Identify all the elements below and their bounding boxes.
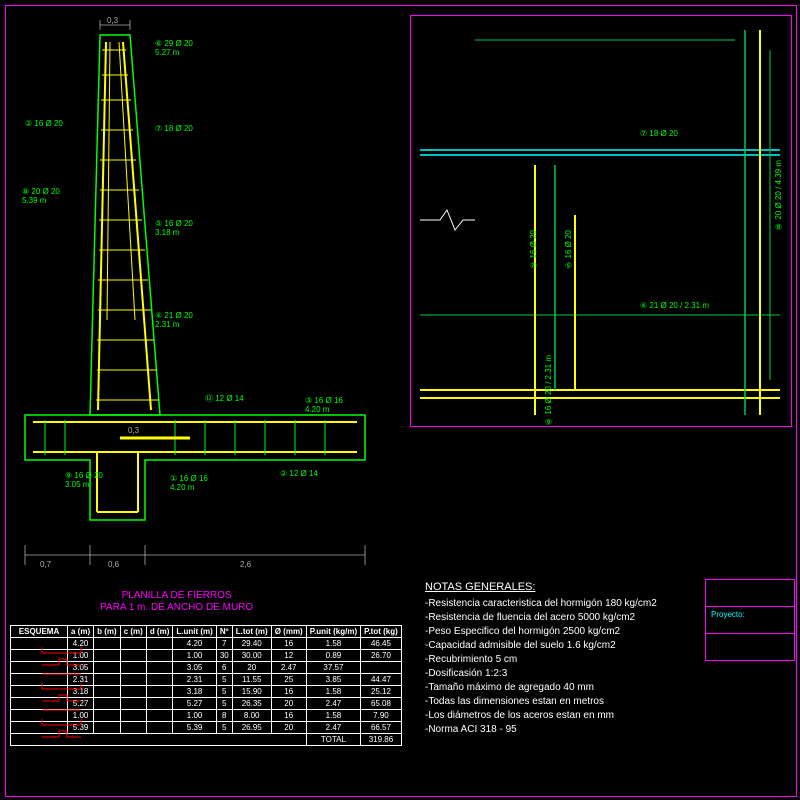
tb-row-2: Proyecto: [705,606,795,634]
callout-c5: ⑧ 20 Ø 205.39 m [22,188,60,206]
dim-top: 0,3 [107,16,118,25]
titleblock: Proyecto: [705,580,795,661]
rc3: ⑤ 16 Ø 20 [565,230,574,270]
callout-c3: ⑦ 18 Ø 20 [155,125,193,134]
callout-c4: ⑤ 16 Ø 203.18 m [155,220,193,238]
rc1: ⑦ 18 Ø 20 [640,130,678,139]
table-title: PLANILLA DE FIERROSPARA 1 m. DE ANCHO DE… [100,590,253,614]
callout-c10: ① 16 Ø 164.20 m [170,475,208,493]
dim-bl: 0,7 [40,560,51,569]
rc2: ② 16 Ø 20 [530,230,539,270]
dim-wall: 0,3 [128,426,139,435]
wall-section [15,20,375,580]
callout-c9: ⑨ 16 Ø 203.05 m [65,472,103,490]
callout-c2: ② 16 Ø 20 [25,120,63,129]
dim-br: 2,6 [240,560,251,569]
callout-c6: ④ 21 Ø 202.31 m [155,312,193,330]
rc6: ⑥ 16 Ø 20 / 2.31 m [545,355,554,426]
tb-row-1 [705,579,795,607]
callout-c11: ② 12 Ø 14 [280,470,318,479]
tb-row-3 [705,633,795,661]
wall-elevation [415,20,785,420]
callout-c7: ⑫ 12 Ø 14 [205,395,244,404]
rebar-schedule-table: ESQUEMAa (m)b (m)c (m)d (m)L.unit (m)NºL… [10,625,402,746]
callout-c8: ③ 16 Ø 164.20 m [305,397,343,415]
rc5: ④ 21 Ø 20 / 2.31 m [640,302,709,311]
dim-bm: 0,6 [108,560,119,569]
rc4: ⑧ 20 Ø 20 / 4.39 m [775,160,784,231]
callout-c1: ⑥ 29 Ø 205.27 m [155,40,193,58]
